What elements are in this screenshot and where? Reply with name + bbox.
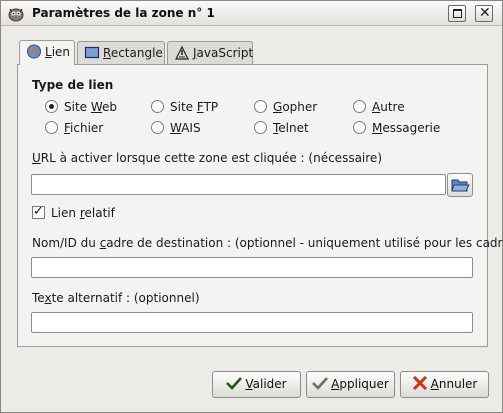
alt-text-label: Texte alternatif : (optionnel) xyxy=(32,291,200,305)
tab-lien[interactable]: Lien xyxy=(19,40,75,65)
target-label: Nom/ID du cadre de destination : (option… xyxy=(32,236,503,250)
maximize-icon xyxy=(453,9,462,18)
ok-button[interactable]: Valider xyxy=(212,371,301,398)
tab-lien-label: ien xyxy=(51,45,71,59)
tab-rectangle-mnemonic: R xyxy=(103,46,111,60)
close-button[interactable]: ✕ xyxy=(475,5,493,22)
window-title: Paramètres de la zone n° 1 xyxy=(32,6,215,20)
javascript-icon xyxy=(175,45,189,60)
radio-fichier[interactable]: Fichier xyxy=(45,121,103,135)
checkbox-indicator[interactable]: ✓ xyxy=(32,204,45,219)
radio-wais[interactable]: WAIS xyxy=(151,121,201,135)
check-icon xyxy=(226,377,243,390)
tab-javascript-label: avaScript xyxy=(196,46,254,60)
check-icon: ✓ xyxy=(33,204,44,219)
radio-indicator[interactable] xyxy=(353,100,366,113)
target-input[interactable] xyxy=(31,257,473,278)
radio-autre[interactable]: Autre xyxy=(353,100,405,114)
radio-gopher[interactable]: Gopher xyxy=(254,100,317,114)
radio-indicator[interactable] xyxy=(254,121,267,134)
radio-indicator[interactable] xyxy=(151,121,164,134)
alt-text-input[interactable] xyxy=(31,312,473,333)
maximize-button[interactable] xyxy=(448,5,466,22)
radio-indicator[interactable] xyxy=(151,100,164,113)
radio-site-ftp[interactable]: Site FTP xyxy=(151,100,218,114)
globe-icon xyxy=(27,44,41,59)
url-input[interactable] xyxy=(31,174,446,195)
cancel-x-icon xyxy=(412,376,427,390)
tab-javascript[interactable]: JavaScript xyxy=(167,41,253,64)
radio-site-web[interactable]: Site Web xyxy=(45,100,117,114)
gimp-icon xyxy=(8,8,24,22)
apply-check-icon xyxy=(312,377,329,390)
radio-indicator[interactable] xyxy=(353,121,366,134)
radio-indicator[interactable] xyxy=(45,121,58,134)
tab-rectangle-label: ectangle xyxy=(110,46,163,60)
relative-link-checkbox[interactable]: ✓ Lien relatif xyxy=(32,204,115,220)
radio-indicator[interactable] xyxy=(254,100,267,113)
tab-lien-mnemonic: L xyxy=(45,45,52,59)
tab-rectangle[interactable]: Rectangle xyxy=(77,41,165,64)
link-type-heading: Type de lien xyxy=(32,78,114,92)
radio-messagerie[interactable]: Messagerie xyxy=(353,121,440,135)
url-label: URL à activer lorsque cette zone est cli… xyxy=(32,151,382,165)
radio-telnet[interactable]: Telnet xyxy=(254,121,309,135)
close-icon: ✕ xyxy=(479,5,491,21)
browse-button[interactable] xyxy=(447,173,473,197)
cancel-button[interactable]: Annuler xyxy=(400,371,489,398)
rectangle-icon xyxy=(84,46,100,59)
titlebar[interactable]: Paramètres de la zone n° 1 ✕ xyxy=(1,1,502,26)
folder-open-icon xyxy=(451,179,470,192)
radio-indicator[interactable] xyxy=(45,100,58,113)
dialog-window: Paramètres de la zone n° 1 ✕ Lien Rectan… xyxy=(0,0,503,413)
apply-button[interactable]: Appliquer xyxy=(306,371,395,398)
